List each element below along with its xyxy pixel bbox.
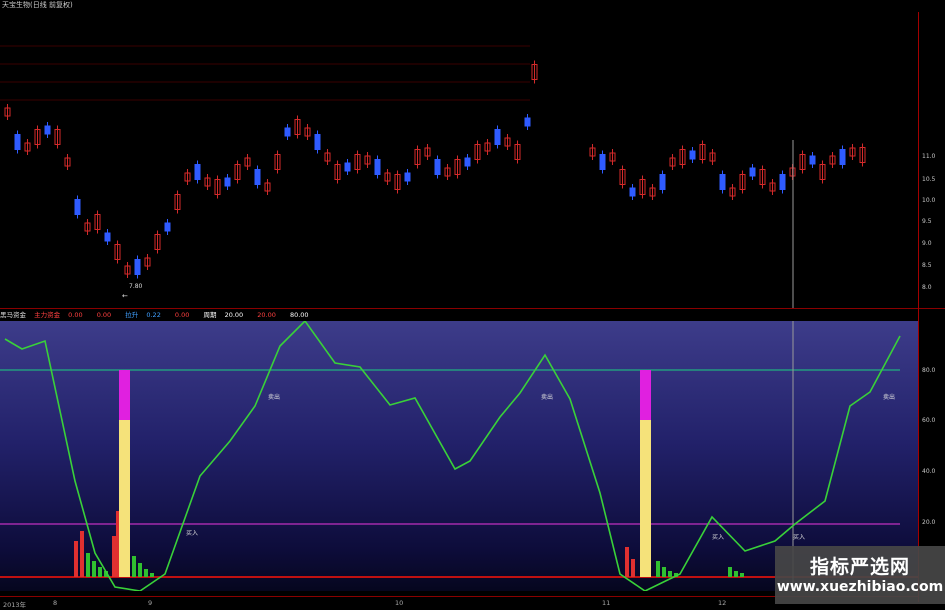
date-label: 11: [602, 599, 611, 607]
candle-body: [194, 164, 201, 180]
histogram-bar: [138, 563, 142, 577]
candle-body: [404, 172, 411, 182]
histogram-bar: [80, 531, 84, 577]
candle-body: [719, 174, 726, 190]
candle-body: [164, 222, 171, 232]
histogram-bar: [728, 567, 732, 577]
info-item-1: 0.00: [96, 311, 112, 319]
candle-body: [134, 259, 141, 275]
stock-title: 天宝生物(日线 前复权): [2, 1, 73, 9]
histogram-bar: [74, 541, 78, 577]
oscillator-line: [4, 321, 901, 591]
histogram-bar: [132, 556, 136, 577]
candle-body: [659, 174, 666, 190]
candle-body: [344, 162, 351, 172]
candles: [4, 60, 866, 279]
date-label: 9: [148, 599, 153, 607]
histogram-bar: [740, 573, 744, 577]
annotation-sell-3: 卖出: [883, 393, 895, 401]
info-item-6: 80.00: [289, 311, 309, 319]
annotation-buy-2: 买入: [712, 533, 724, 541]
histogram-bar: [662, 567, 666, 577]
candle-body: [779, 174, 786, 190]
low-price-label: 7.80: [129, 283, 143, 290]
histogram-bar: [631, 559, 635, 577]
signal-bar-body: [119, 420, 130, 577]
histogram-bar: [92, 561, 96, 577]
price-axis: 11.0 10.5 10.0 9.5 9.0 8.5 8.0 80.0 60.0…: [918, 12, 945, 602]
candle-body: [749, 167, 756, 177]
candle-body: [524, 117, 531, 127]
annotation-sell-1: 卖出: [268, 393, 280, 401]
candle-body: [629, 187, 636, 197]
watermark: 指标严选网 www.xuezhibiao.com: [775, 546, 945, 604]
candle-body: [254, 169, 261, 185]
info-item-4: 周期 20.00: [203, 311, 244, 319]
price-tick: 9.0: [922, 240, 932, 247]
candle-body: [599, 154, 606, 170]
price-tick: 11.0: [922, 153, 936, 160]
price-gridlines: [0, 45, 530, 101]
signal-bar-top: [640, 370, 651, 420]
histogram-bar: [668, 571, 672, 577]
candle-body: [314, 134, 321, 150]
candle-body: [74, 199, 81, 215]
histogram-bar: [86, 553, 90, 577]
indicator-tick: 60.0: [922, 417, 936, 424]
price-tick: 10.0: [922, 197, 936, 204]
info-item-5: 20.00: [257, 311, 276, 319]
candle-body: [44, 125, 51, 135]
histogram-bar: [656, 561, 660, 577]
low-price-arrow: ←: [122, 292, 128, 300]
histogram-bar: [98, 567, 102, 577]
candle-body: [434, 159, 441, 175]
watermark-url: www.xuezhibiao.com: [776, 579, 944, 595]
signal-bar-1: [119, 370, 130, 577]
histogram-bar: [144, 569, 148, 577]
price-tick: 9.5: [922, 218, 932, 225]
candle-body: [374, 159, 381, 175]
candle-body: [464, 157, 471, 167]
candle-body: [809, 155, 816, 165]
date-label: 12: [718, 599, 727, 607]
histogram-bar: [625, 547, 629, 577]
date-label: 2013年: [3, 601, 27, 609]
date-label: 10: [395, 599, 404, 607]
indicator-tick: 80.0: [922, 367, 936, 374]
candle-body: [104, 232, 111, 242]
candle-body: [494, 129, 501, 145]
info-item-0: 主力资金 0.00: [34, 311, 83, 319]
price-tick: 10.5: [922, 176, 936, 183]
info-item-3: 0.00: [174, 311, 190, 319]
price-tick: 8.5: [922, 262, 932, 269]
info-item-2: 拉升 0.22: [125, 311, 161, 319]
price-tick: 8.0: [922, 284, 932, 291]
candlestick-chart[interactable]: 7.80 ←: [0, 12, 918, 308]
indicator-info-bar: 黑马资金 主力资金 0.00 0.00 拉升 0.22 0.00 周期 20.0…: [0, 309, 918, 321]
candle-body: [284, 127, 291, 137]
candle-body: [14, 134, 21, 150]
annotation-sell-2: 卖出: [541, 393, 553, 401]
indicator-tick: 40.0: [922, 468, 936, 475]
histogram-bar: [150, 573, 154, 577]
indicator-name: 黑马资金: [0, 311, 26, 319]
histogram-bar: [112, 536, 116, 577]
signal-bar-2: [640, 370, 651, 577]
signal-bar-top: [119, 370, 130, 420]
date-label: 8: [53, 599, 58, 607]
candle-body: [224, 177, 231, 187]
signal-bar-body: [640, 420, 651, 577]
annotation-buy-3: 买入: [793, 533, 805, 541]
annotation-buy-1: 买入: [186, 529, 198, 537]
watermark-name: 指标严选网: [809, 556, 910, 578]
candle-body: [689, 150, 696, 160]
histogram-bar: [734, 571, 738, 577]
indicator-tick: 20.0: [922, 519, 936, 526]
candle-body: [839, 149, 846, 165]
